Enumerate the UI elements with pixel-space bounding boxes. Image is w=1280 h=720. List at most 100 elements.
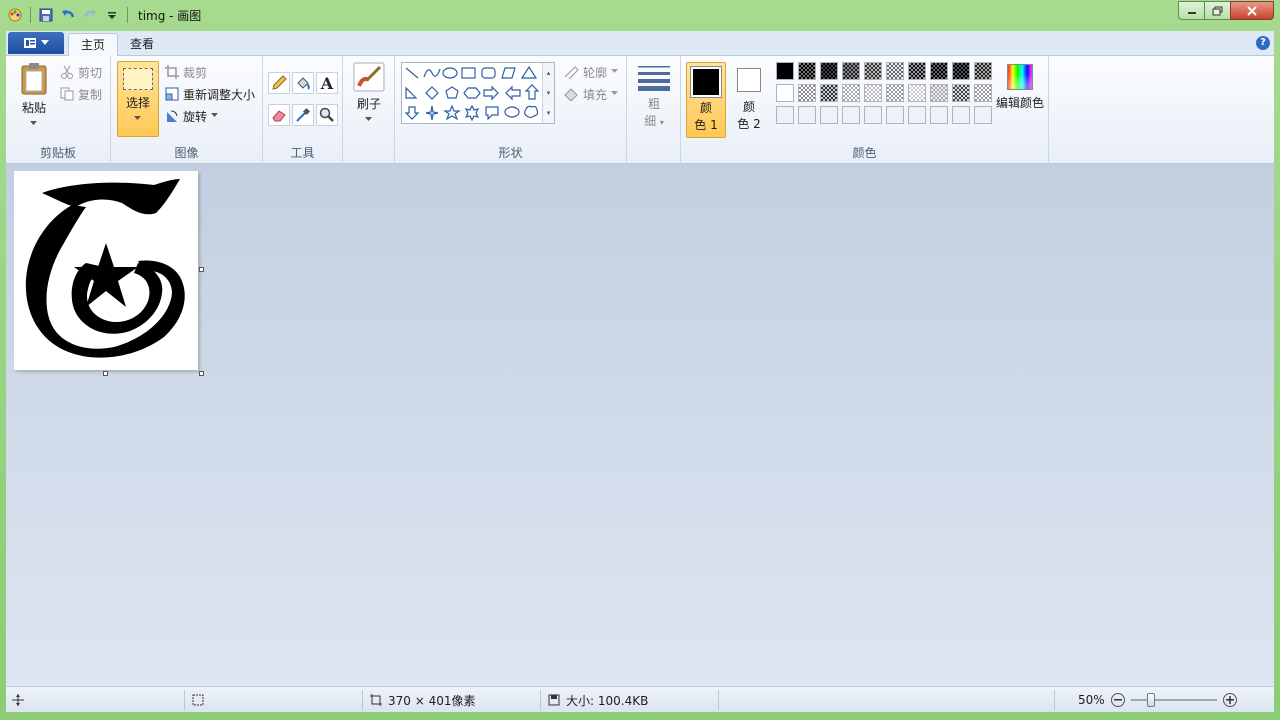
palette-swatch-empty[interactable] [930,106,948,124]
restore-icon [1212,6,1222,15]
copy-icon [60,87,74,101]
zoom-in-button[interactable] [1222,693,1237,707]
chevron-down-icon [611,69,619,73]
status-separator [718,690,719,710]
color-spectrum-icon [1007,64,1033,90]
help-icon[interactable]: ? [1256,36,1270,50]
color1-button[interactable]: 颜 色 1 [686,62,726,138]
color2-button[interactable]: 颜 色 2 [730,62,768,138]
brushes-label: 刷子 [356,97,381,111]
palette-swatch[interactable] [798,62,816,80]
palette-swatch[interactable] [930,62,948,80]
customize-qat-icon[interactable] [103,6,121,24]
close-button[interactable] [1230,1,1274,20]
palette-swatch[interactable] [842,62,860,80]
quick-access-toolbar: timg - 画图 [6,6,201,24]
maximize-button[interactable] [1204,1,1230,20]
palette-swatch[interactable] [776,62,794,80]
palette-swatch-empty[interactable] [974,106,992,124]
drawing-image [25,179,185,358]
palette-swatch[interactable] [842,84,860,102]
brushes-button[interactable]: 刷子 [351,62,387,136]
outline-label: 轮廓 [583,65,608,80]
palette-swatch[interactable] [864,84,882,102]
palette-swatch-empty[interactable] [820,106,838,124]
palette-swatch-empty[interactable] [842,106,860,124]
palette-swatch[interactable] [908,84,926,102]
palette-swatch[interactable] [864,62,882,80]
minimize-button[interactable] [1178,1,1204,20]
cut-button[interactable]: 剪切 [60,62,102,82]
palette-swatch[interactable] [820,62,838,80]
paint-bucket-icon [297,77,310,90]
palette-swatch[interactable] [798,84,816,102]
palette-swatch-empty[interactable] [908,106,926,124]
palette-swatch-empty[interactable] [798,106,816,124]
paint-app-icon[interactable] [6,6,24,24]
resize-handle-corner[interactable] [199,371,204,376]
pencil-tool[interactable] [268,72,290,94]
select-button[interactable]: 选择 [117,61,159,137]
resize-icon [165,87,179,101]
scissors-icon [61,65,73,79]
resize-handle-right[interactable] [199,267,204,272]
image-size-icon [370,694,382,706]
palette-swatch[interactable] [820,84,838,102]
color2-label-bottom: 色 2 [737,117,761,131]
zoom-out-button[interactable] [1110,693,1125,707]
palette-swatch[interactable] [974,62,992,80]
fill-tool[interactable] [292,72,314,94]
zoom-slider-thumb[interactable] [1146,693,1155,707]
tab-view[interactable]: 查看 [118,33,166,56]
undo-icon[interactable] [59,6,77,24]
resize-button[interactable]: 重新调整大小 [165,84,255,104]
file-menu-button[interactable] [8,32,64,54]
cursor-position [12,687,24,713]
text-tool[interactable]: A [316,72,338,94]
redo-icon[interactable] [81,6,99,24]
palette-swatch[interactable] [886,84,904,102]
zoom-slider[interactable] [1130,693,1217,707]
color1-swatch [690,66,722,98]
color-picker-tool[interactable] [292,104,314,126]
drawing-canvas[interactable] [14,171,204,376]
paste-button[interactable]: 粘贴 [16,60,52,134]
outline-button[interactable]: 轮廓 [563,62,619,82]
save-icon[interactable] [37,6,55,24]
size-button[interactable]: 粗 细 ▾ [635,64,673,136]
eraser-tool[interactable] [268,104,290,126]
rotate-button[interactable]: 旋转 [165,106,219,126]
fill-button[interactable]: 填充 [563,84,619,104]
palette-swatch[interactable] [886,62,904,80]
palette-swatch-empty[interactable] [886,106,904,124]
chevron-down-icon [211,113,219,117]
copy-button[interactable]: 复制 [60,84,102,104]
edit-colors-button[interactable]: 编辑颜色 [993,62,1047,122]
zoom-control: 50% [1078,687,1237,713]
disk-icon [548,694,560,706]
crop-button[interactable]: 裁剪 [165,62,207,82]
palette-swatch[interactable] [930,84,948,102]
rotate-label: 旋转 [183,109,208,124]
palette-swatch[interactable] [952,62,970,80]
brush-icon [353,62,385,92]
shapes-scrollbar[interactable]: ▴ ▾ ▾ [542,63,554,123]
color2-label-top: 颜 [742,100,755,114]
palette-swatch-empty[interactable] [776,106,794,124]
palette-swatch-empty[interactable] [952,106,970,124]
magnifier-tool[interactable] [316,104,338,126]
resize-handle-bottom[interactable] [103,371,108,376]
shapes-gallery[interactable]: ▴ ▾ ▾ [401,62,555,124]
palette-swatch[interactable] [776,84,794,102]
palette-swatch[interactable] [952,84,970,102]
paint-window: timg - 画图 主页 查看 ? 粘贴 剪切 复制 剪贴板 选择 裁剪 重新调… [0,0,1280,720]
eraser-icon [272,110,286,122]
close-icon [1247,5,1257,16]
palette-swatch[interactable] [974,84,992,102]
palette-swatch[interactable] [908,62,926,80]
status-separator [540,690,541,710]
tab-home[interactable]: 主页 [68,33,119,57]
palette-swatch-empty[interactable] [864,106,882,124]
clipboard-icon [21,63,47,95]
selection-rect-icon [123,68,153,90]
